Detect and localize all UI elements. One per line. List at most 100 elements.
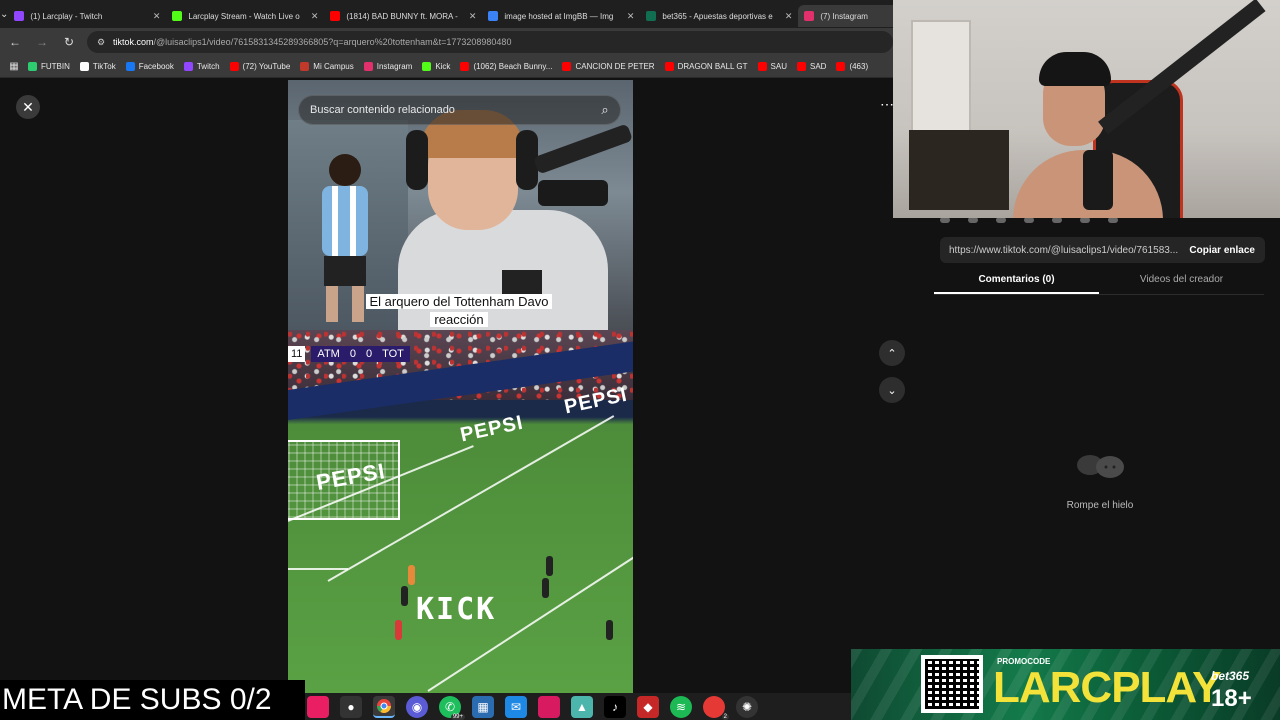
more-options-icon[interactable]: ⋯ (880, 96, 894, 113)
ad-text-2: PEPSI (458, 411, 526, 447)
qr-code (921, 655, 983, 713)
video-player[interactable]: ⌕ El arquero del Tottenham Davo reacción… (288, 80, 633, 693)
obs-icon[interactable]: ● (340, 695, 362, 718)
tab-close-icon[interactable]: ✕ (469, 11, 477, 22)
promo-banner: PROMOCODE LARCPLAY bet365 18+ (851, 649, 1280, 720)
bookmark-item[interactable]: FUTBIN (28, 62, 70, 71)
video-top-half: ⌕ El arquero del Tottenham Davo reacción (288, 80, 633, 330)
bookmark-label: Instagram (376, 62, 413, 71)
bookmark-item[interactable]: (463) (836, 62, 868, 71)
address-bar-row: ← → ↻ ⚙ tiktok.com /@luisaclips1/video/7… (0, 28, 893, 56)
home-team: ATM (317, 348, 340, 360)
app-icon[interactable] (538, 695, 560, 718)
tab-close-icon[interactable]: ✕ (785, 11, 793, 22)
related-search-input[interactable] (310, 104, 590, 116)
bookmark-item[interactable]: Mi Campus (300, 62, 354, 71)
reload-icon[interactable]: ↻ (57, 30, 81, 54)
outlook-icon[interactable]: ✉ (505, 695, 527, 718)
related-search-box: ⌕ (298, 95, 621, 125)
video-caption: El arquero del Tottenham Davo reacción (350, 293, 568, 329)
previous-video-button[interactable]: ⌃ (879, 340, 905, 366)
browser-tab-bar: ⌄ (1) Larcplay - Twitch ✕ Larcplay Stream … (0, 0, 957, 28)
back-icon[interactable]: ← (3, 30, 27, 54)
photos-icon[interactable]: ▲ (571, 695, 593, 718)
browser-tab[interactable]: (1) Larcplay - Twitch ✕ (8, 5, 166, 27)
bookmark-item[interactable]: Instagram (363, 62, 413, 71)
webcam-microphone (1083, 150, 1113, 210)
tab-strip: (1) Larcplay - Twitch ✕ Larcplay Stream - … (8, 1, 957, 27)
caption-line-1: El arquero del Tottenham Davo (365, 294, 553, 309)
browser-tab[interactable]: bet365 - Apuestas deportivas e ✕ (640, 5, 798, 27)
bookmark-item[interactable]: TikTok (79, 62, 116, 71)
tab-title: (1) Larcplay - Twitch (30, 11, 103, 21)
bookmark-list: FUTBIN TikTok Facebook Twitch (72) YouTube Mi… (28, 62, 878, 71)
spotify-icon[interactable]: ≋ (670, 695, 692, 718)
promo-age: 18+ (1211, 685, 1252, 712)
bookmark-favicon-icon (422, 62, 432, 71)
bookmarks-bar: ▦ FUTBIN TikTok Facebook Twitch (72) YouTube… (0, 56, 893, 78)
chatgpt-icon[interactable]: ✺ (736, 695, 758, 718)
bookmark-label: SAU (770, 62, 787, 71)
bookmark-favicon-icon (562, 62, 572, 71)
next-video-button[interactable]: ⌄ (879, 377, 905, 403)
away-score: 0 (365, 348, 373, 360)
bookmark-favicon-icon (460, 62, 470, 71)
browser-tab[interactable]: (1814) BAD BUNNY ft. MORA - ✕ (324, 5, 482, 27)
apps-grid-icon[interactable]: ▦ (0, 61, 28, 72)
app-badge: 2 (721, 713, 729, 720)
tab-close-icon[interactable]: ✕ (153, 11, 161, 22)
app-icon[interactable]: 2 (703, 695, 729, 720)
away-team: TOT (382, 348, 404, 360)
chat-bubbles-icon (1077, 455, 1124, 478)
bookmark-item[interactable]: (72) YouTube (229, 62, 290, 71)
score-bug: 11 ATM 0 0 TOT (288, 346, 410, 362)
bookmark-label: Mi Campus (313, 62, 354, 71)
site-info-icon[interactable]: ⚙ (95, 36, 107, 48)
share-icons-row (940, 217, 1260, 227)
close-icon[interactable]: ✕ (16, 95, 40, 119)
panel-tabs: Comentarios (0) Videos del creador (934, 269, 1264, 295)
tab-search-icon[interactable]: ⌄ (0, 0, 8, 28)
bookmark-favicon-icon (796, 62, 806, 71)
forward-icon[interactable]: → (30, 30, 54, 54)
bookmark-label: Kick (435, 62, 451, 71)
search-icon[interactable]: ⌕ (590, 102, 620, 118)
bookmark-favicon-icon (300, 62, 310, 71)
url-path: /@luisaclips1/video/7615831345289366805?… (153, 37, 512, 47)
home-score: 0 (349, 348, 356, 360)
video-bottom-half: PEPSI PEPSI PEPSI 11 ATM 0 0 TOT KICK (288, 330, 633, 693)
browser-tab[interactable]: Larcplay Stream - Watch Live o ✕ (166, 5, 324, 27)
caption-line-2: reacción (430, 312, 488, 327)
tab-creator-videos[interactable]: Videos del creador (1099, 269, 1264, 294)
browser-tab[interactable]: image hosted at ImgBB — Img ✕ (482, 5, 640, 27)
tab-favicon-icon (14, 11, 25, 21)
calculator-icon[interactable]: ▦ (472, 695, 494, 718)
whatsapp-icon[interactable]: ✆ 99+ (439, 695, 465, 720)
bookmark-item[interactable]: DRAGON BALL GT (664, 62, 748, 71)
bookmark-label: Facebook (138, 62, 174, 71)
tab-close-icon[interactable]: ✕ (627, 11, 635, 22)
bookmark-label: (1062) Beach Bunny... (473, 62, 553, 71)
copy-link-button[interactable]: Copiar enlace (1179, 245, 1265, 256)
bookmark-item[interactable]: Kick (422, 62, 450, 71)
tab-comments[interactable]: Comentarios (0) (934, 269, 1099, 294)
bookmark-favicon-icon (125, 62, 135, 71)
bookmark-item[interactable]: SAU (757, 62, 787, 71)
discord-icon[interactable]: ◉ (406, 695, 428, 718)
streamer-webcam (893, 0, 1280, 218)
bookmark-item[interactable]: Twitch (183, 62, 220, 71)
tab-close-icon[interactable]: ✕ (311, 11, 319, 22)
tiktok-icon[interactable]: ♪ (604, 695, 626, 718)
bookmark-label: DRAGON BALL GT (677, 62, 748, 71)
bookmark-item[interactable]: SAD (796, 62, 826, 71)
windows-taskbar: ● ◉ ✆ 99+ ▦ ✉ ▲ ♪ ◆ ≋ 2 ✺ (305, 693, 851, 720)
app-icon[interactable] (307, 695, 329, 718)
bookmark-item[interactable]: CANCION DE PETER (562, 62, 655, 71)
bookmark-item[interactable]: Facebook (125, 62, 174, 71)
url-field[interactable]: ⚙ tiktok.com /@luisaclips1/video/7615831… (87, 31, 893, 53)
bookmark-favicon-icon (229, 62, 239, 71)
chrome-icon[interactable] (373, 695, 395, 718)
bookmark-label: (463) (849, 62, 869, 71)
shield-icon[interactable]: ◆ (637, 695, 659, 718)
bookmark-item[interactable]: (1062) Beach Bunny... (460, 62, 552, 71)
